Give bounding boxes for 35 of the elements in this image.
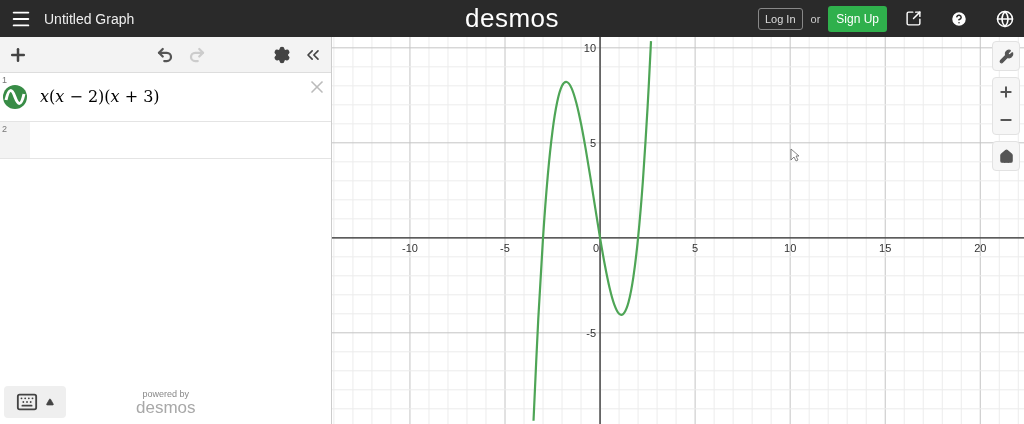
tick-label: 5 [589,136,597,149]
tick-label: -5 [586,326,597,339]
help-icon[interactable] [950,9,968,28]
footer-logo: desmos [136,398,196,416]
globe-icon[interactable] [996,9,1014,28]
home-button[interactable] [992,141,1020,171]
powered-by-text: powered by [142,388,190,399]
or-text: or [810,12,821,25]
login-button[interactable]: Log In [757,7,803,30]
tick-label: -10 [402,241,418,254]
tick-label: 5 [692,241,699,254]
undo-icon[interactable] [155,45,174,64]
tick-label: 10 [784,241,797,254]
wrench-icon [998,48,1014,64]
line-number: 2 [2,124,7,134]
home-icon [998,148,1014,164]
line-number: 1 [2,75,7,85]
logo: desmos [465,3,559,34]
settings-icon[interactable] [273,45,291,64]
expression[interactable]: x(x − 2)(x + 3) [30,73,307,121]
tick-label: -5 [500,241,510,254]
tick-label: 20 [974,241,987,254]
wrench-button[interactable] [992,41,1020,71]
zoom-in-icon[interactable] [998,84,1014,100]
keyboard-icon [16,391,38,413]
caret-icon [46,398,54,406]
pointer-icon [790,148,800,162]
tick-label: 15 [879,241,892,254]
share-icon[interactable] [905,10,922,27]
wave-icon[interactable] [3,85,27,109]
keyboard-button[interactable] [4,386,66,418]
tick-label: 10 [583,41,597,54]
tick-label: 0 [592,241,600,254]
zoom-controls[interactable] [992,77,1020,135]
graph-title[interactable]: Untitled Graph [44,10,135,27]
